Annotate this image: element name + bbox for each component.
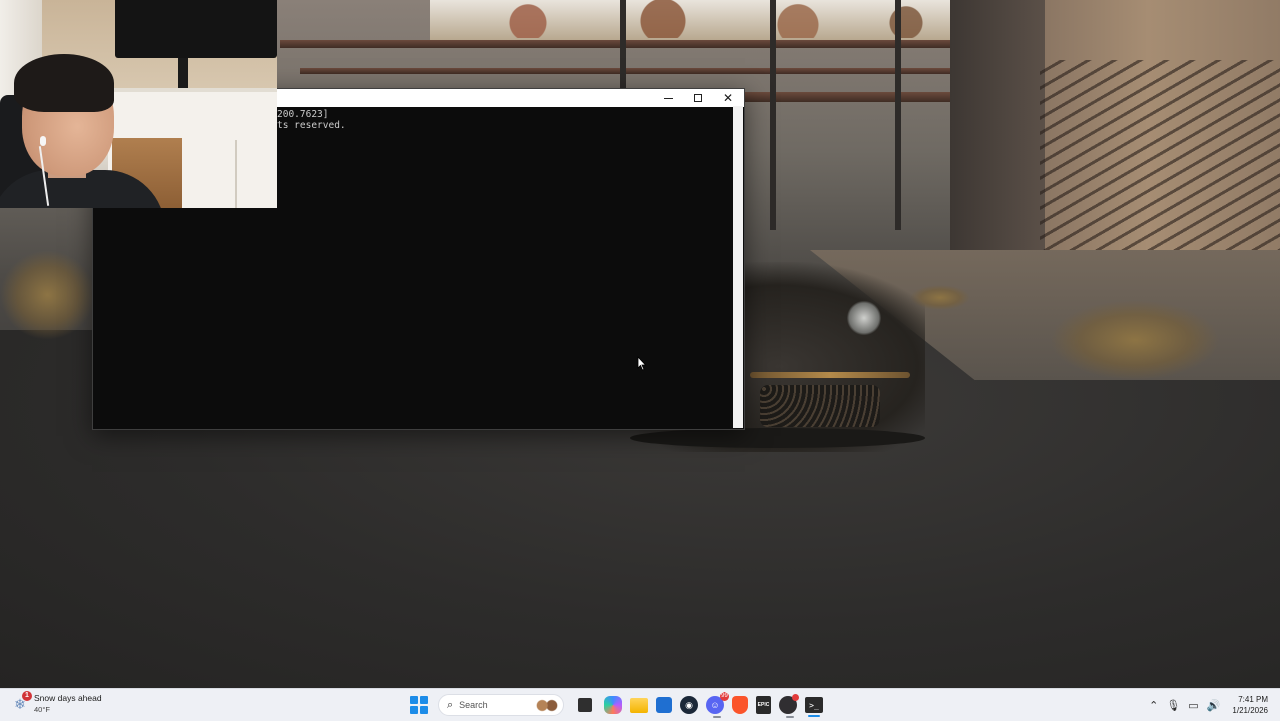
wallpaper-building-shadow <box>950 0 1045 270</box>
wallpaper-pole <box>620 0 626 90</box>
taskbar: ❄ 1 Snow days ahead 40°F ⌕ Search ◉ ☺ 99… <box>0 688 1280 721</box>
weather-widget[interactable]: ❄ 1 Snow days ahead 40°F <box>12 691 102 715</box>
wallpaper-pipe <box>280 40 950 48</box>
running-indicator <box>713 716 721 718</box>
webcam-cabinet-door-line <box>235 140 237 208</box>
close-button[interactable]: ✕ <box>713 89 743 107</box>
weather-badge: 1 <box>22 691 32 701</box>
wallpaper-car-headlight <box>847 300 881 336</box>
volume-icon[interactable]: 🔊 <box>1207 699 1221 712</box>
discord-badge: 99 <box>720 692 729 701</box>
obs-badge <box>792 694 799 701</box>
copilot-icon[interactable] <box>604 696 622 714</box>
search-placeholder: Search <box>459 700 488 710</box>
brave-icon[interactable] <box>732 696 748 714</box>
system-tray: ⌃ 🎙 ▭ 🔊 7:41 PM 1/21/2026 <box>1149 689 1268 721</box>
webcam-earbud <box>40 136 46 146</box>
epic-games-icon[interactable]: EPIC <box>756 696 771 714</box>
network-icon[interactable]: ▭ <box>1188 699 1198 712</box>
snowflake-icon: ❄ 1 <box>12 691 32 712</box>
windows-start-icon[interactable] <box>410 696 428 714</box>
running-indicator <box>786 716 794 718</box>
wallpaper-pole <box>895 0 901 230</box>
webcam-tv-mount <box>178 58 188 88</box>
terminal-line-version: 200.7623] <box>277 109 329 120</box>
terminal-line-copyright: ts reserved. <box>277 120 346 131</box>
weather-temperature: 40°F <box>34 705 50 714</box>
search-input[interactable]: ⌕ Search <box>438 694 564 716</box>
wallpaper-car-grille <box>760 385 880 427</box>
taskbar-center: ⌕ Search ◉ ☺ 99 EPIC >_ <box>406 689 827 721</box>
task-view-icon[interactable] <box>578 698 592 712</box>
minimize-icon <box>663 97 673 99</box>
microphone-icon[interactable]: 🎙 <box>1166 699 1180 712</box>
wallpaper-car-stripe <box>750 372 910 378</box>
clock-time: 7:41 PM <box>1238 695 1268 704</box>
discord-icon[interactable]: ☺ 99 <box>706 692 729 718</box>
wallpaper-car-splitter <box>630 428 925 448</box>
terminal-icon[interactable]: >_ <box>805 697 823 717</box>
clock[interactable]: 7:41 PM 1/21/2026 <box>1232 694 1268 716</box>
mouse-cursor-icon <box>637 356 647 371</box>
steam-icon[interactable]: ◉ <box>680 696 698 714</box>
maximize-button[interactable] <box>683 89 713 107</box>
terminal-window-edge <box>733 106 743 428</box>
clock-date: 1/21/2026 <box>1232 706 1268 715</box>
wallpaper-stairs <box>1040 60 1280 260</box>
webcam-person-hair <box>14 54 114 112</box>
search-highlight-icon <box>535 698 559 713</box>
active-indicator <box>808 715 820 717</box>
webcam-overlay <box>0 0 277 208</box>
wallpaper-pole <box>770 0 776 230</box>
store-icon[interactable] <box>656 697 672 713</box>
search-icon: ⌕ <box>447 698 454 711</box>
wallpaper-trees <box>420 0 960 38</box>
folder-icon[interactable] <box>630 697 648 713</box>
wallpaper-grass <box>0 250 95 340</box>
obs-icon[interactable] <box>779 694 799 718</box>
close-icon: ✕ <box>722 91 734 105</box>
minimize-button[interactable] <box>653 89 683 107</box>
webcam-tv <box>115 0 277 58</box>
wallpaper-grass <box>1050 300 1220 380</box>
maximize-icon <box>694 94 702 102</box>
weather-title: Snow days ahead <box>34 693 102 703</box>
epic-games-label: EPIC <box>757 702 770 708</box>
chevron-up-icon[interactable]: ⌃ <box>1149 699 1158 712</box>
